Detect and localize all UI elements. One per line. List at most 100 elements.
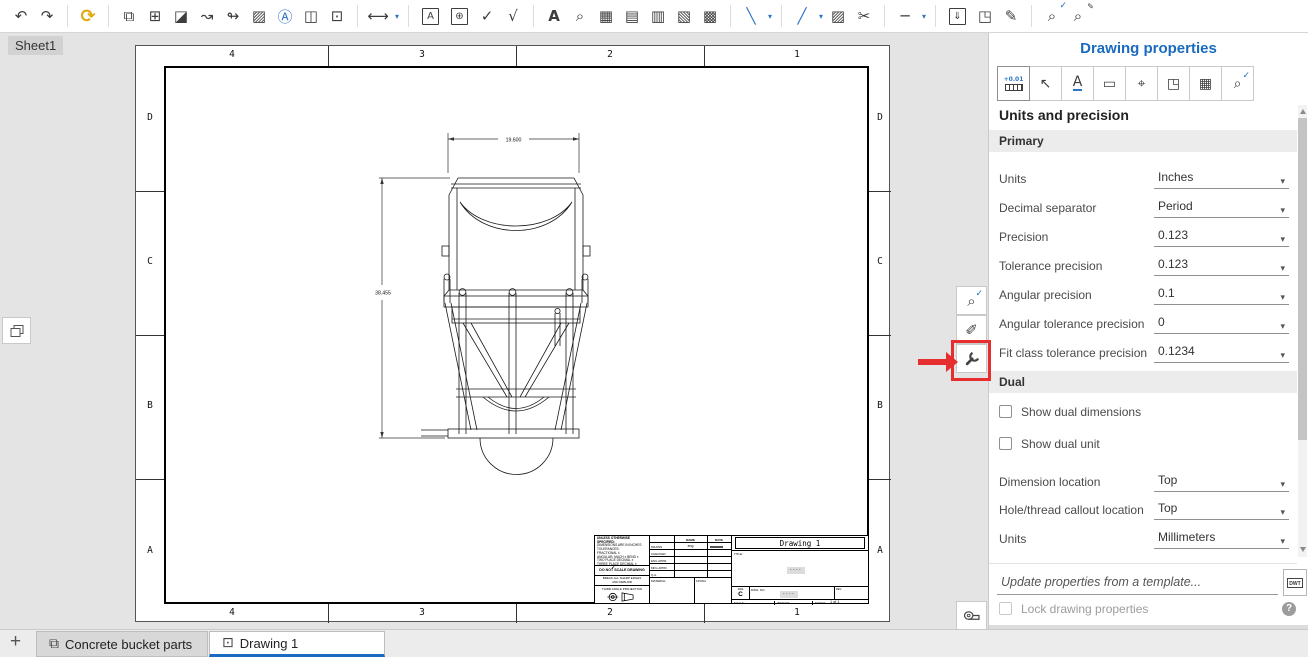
dwg-no-placeholder[interactable]: ---- bbox=[780, 591, 798, 598]
insert-image-icon[interactable]: ◳ bbox=[973, 4, 997, 28]
geometric-tolerance-icon[interactable]: ⊕ bbox=[451, 8, 468, 25]
hatch-icon[interactable]: ▨ bbox=[826, 4, 850, 28]
units-select[interactable]: Inches bbox=[1154, 167, 1289, 189]
note-icon[interactable]: A bbox=[542, 4, 566, 28]
tab-dimensions[interactable]: ↖ bbox=[1029, 66, 1062, 101]
line-style-icon[interactable]: ─ bbox=[893, 4, 917, 28]
tab-units-precision[interactable]: +0.01 bbox=[997, 66, 1030, 101]
height-dimension-value[interactable]: 38.455 bbox=[375, 291, 391, 297]
dimension-properties-button[interactable]: ⌕ bbox=[956, 286, 987, 315]
export-dxf-icon[interactable]: ⇓ bbox=[949, 8, 966, 25]
datum-icon[interactable]: A bbox=[422, 8, 439, 25]
zone-col-label: 1 bbox=[787, 49, 807, 60]
add-tab-button[interactable]: + bbox=[10, 631, 21, 653]
zone-row-label: B bbox=[870, 400, 890, 411]
width-dimension-value[interactable]: 19.600 bbox=[506, 137, 522, 143]
dimension-location-select[interactable]: Top bbox=[1154, 470, 1289, 492]
zone-tick bbox=[704, 604, 705, 623]
tolerance-precision-select[interactable]: 0.123 bbox=[1154, 254, 1289, 276]
zone-tick bbox=[869, 479, 891, 480]
tab-concrete-bucket-parts[interactable]: ⧉ Concrete bucket parts bbox=[36, 631, 208, 657]
import-dwt-button[interactable]: DWT bbox=[1283, 569, 1307, 596]
angular-tolerance-precision-select[interactable]: 0 bbox=[1154, 312, 1289, 334]
hole-table-icon[interactable]: ▥ bbox=[646, 4, 670, 28]
drawn-by-name: eng bbox=[674, 544, 707, 548]
detail-view-icon[interactable]: Ⓐ bbox=[273, 4, 297, 28]
update-views-icon[interactable]: ⟳ bbox=[76, 4, 100, 28]
lock-drawing-properties-checkbox[interactable] bbox=[999, 602, 1012, 615]
table-grid-icon: ▦ bbox=[1199, 76, 1212, 92]
break-view-icon[interactable]: ◫ bbox=[299, 4, 323, 28]
help-icon[interactable]: ? bbox=[1282, 602, 1296, 616]
toolbar-divider bbox=[408, 5, 409, 27]
zone-row-label: A bbox=[140, 545, 160, 556]
drawing-sheet[interactable]: 4 3 2 1 4 3 2 1 D C B A D C B A bbox=[135, 45, 890, 622]
tab-dimension-placement[interactable]: ⌖ bbox=[1125, 66, 1158, 101]
tab-drawing-1[interactable]: ⊡ Drawing 1 bbox=[209, 631, 385, 657]
decimal-separator-select[interactable]: Period bbox=[1154, 196, 1289, 218]
panel-divider bbox=[989, 563, 1297, 564]
show-dimensions-icon[interactable]: ⌕ bbox=[1040, 4, 1064, 28]
title-block: UNLESS OTHERWISE SPECIFIED: DIMENSIONS A… bbox=[594, 535, 869, 604]
front-view-concrete-bucket[interactable]: 19.600 38.455 bbox=[364, 121, 644, 481]
undo-icon[interactable]: ↶ bbox=[9, 4, 33, 28]
cut-list-table-icon[interactable]: ▩ bbox=[698, 4, 722, 28]
meas ure-button[interactable] bbox=[956, 601, 987, 630]
toolbar-divider bbox=[1031, 5, 1032, 27]
projected-view-icon[interactable]: ◪ bbox=[169, 4, 193, 28]
toolbar-divider bbox=[884, 5, 885, 27]
bom-table-icon[interactable]: ▤ bbox=[620, 4, 644, 28]
crop-view-icon[interactable]: ⊡ bbox=[325, 4, 349, 28]
lock-drawing-properties-row: Lock drawing properties ? bbox=[989, 601, 1297, 621]
precision-select[interactable]: 0.123 bbox=[1154, 225, 1289, 247]
revision-table-icon[interactable]: ▧ bbox=[672, 4, 696, 28]
hide-dimensions-icon[interactable]: ⌕ bbox=[1066, 4, 1090, 28]
dimension-icon[interactable]: ⟷ bbox=[366, 4, 390, 28]
third-angle-projection-symbol bbox=[605, 591, 639, 603]
scroll-down-icon[interactable] bbox=[1300, 547, 1306, 552]
sheets-panel-button[interactable] bbox=[2, 317, 31, 344]
centermark-icon[interactable]: ╱ bbox=[790, 4, 814, 28]
angular-precision-select[interactable]: 0.1 bbox=[1154, 283, 1289, 305]
show-dual-unit-checkbox[interactable] bbox=[999, 437, 1012, 450]
callout-icon[interactable]: ⌕ bbox=[568, 4, 592, 28]
title-value-placeholder[interactable]: ---- bbox=[787, 567, 805, 574]
redo-icon[interactable]: ↷ bbox=[35, 4, 59, 28]
sheet-properties-icon[interactable]: ⊞ bbox=[143, 4, 167, 28]
section-view-icon[interactable]: ↬ bbox=[221, 4, 245, 28]
toolbar-divider bbox=[108, 5, 109, 27]
drawing-canvas[interactable]: Sheet1 4 3 2 1 4 3 2 1 D C B A D C B A bbox=[0, 33, 988, 629]
zone-tick bbox=[869, 335, 891, 336]
toolbar-divider bbox=[935, 5, 936, 27]
dimension-lines bbox=[379, 133, 579, 438]
sketch-icon[interactable]: ✎ bbox=[999, 4, 1023, 28]
zone-col-label: 2 bbox=[600, 49, 620, 60]
show-dual-dimensions-checkbox[interactable] bbox=[999, 405, 1012, 418]
tab-views[interactable]: ◳ bbox=[1157, 66, 1190, 101]
insert-view-icon[interactable]: ⧉ bbox=[117, 4, 141, 28]
tab-callouts[interactable]: ▭ bbox=[1093, 66, 1126, 101]
tape-measure-icon bbox=[962, 609, 981, 623]
zone-tick bbox=[516, 46, 517, 66]
centerline-icon[interactable]: ╲ bbox=[739, 4, 763, 28]
broken-out-section-icon[interactable]: ▨ bbox=[247, 4, 271, 28]
panel-scrollbar-thumb[interactable] bbox=[1298, 118, 1307, 440]
table-icon[interactable]: ▦ bbox=[594, 4, 618, 28]
zone-col-label: 4 bbox=[222, 49, 242, 60]
checked-dimension-icon[interactable]: ✓ bbox=[475, 4, 499, 28]
tab-text[interactable]: A bbox=[1061, 66, 1094, 101]
zone-row-label: C bbox=[870, 256, 890, 267]
tab-tables[interactable]: ▦ bbox=[1189, 66, 1222, 101]
hole-thread-callout-location-select[interactable]: Top bbox=[1154, 498, 1289, 520]
tab-validation[interactable]: ⌕ bbox=[1221, 66, 1254, 101]
surface-finish-icon[interactable]: √ bbox=[501, 4, 525, 28]
trim-entities-icon[interactable]: ✂ bbox=[852, 4, 876, 28]
scroll-up-icon[interactable] bbox=[1300, 109, 1306, 114]
fit-class-tolerance-precision-select[interactable]: 0.1234 bbox=[1154, 341, 1289, 363]
annotation-arrow-head bbox=[946, 352, 958, 372]
dual-units-select[interactable]: Millimeters bbox=[1154, 527, 1289, 549]
update-from-template-field[interactable]: Update properties from a template... bbox=[997, 570, 1278, 595]
zone-col-label: 3 bbox=[412, 607, 432, 618]
auxiliary-view-icon[interactable]: ↝ bbox=[195, 4, 219, 28]
drawing-title[interactable]: Drawing 1 bbox=[735, 537, 865, 549]
